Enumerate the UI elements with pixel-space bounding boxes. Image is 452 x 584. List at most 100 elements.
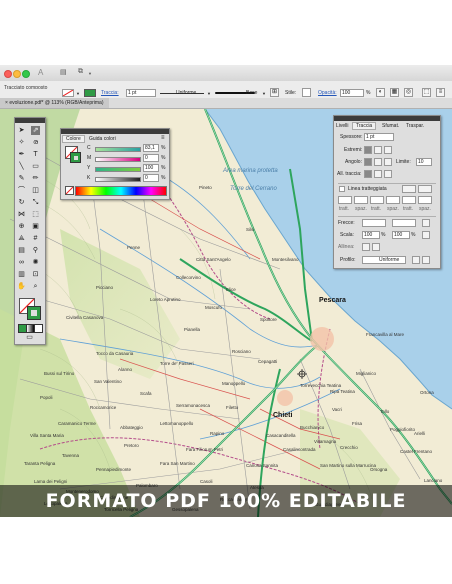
brush-chevron-icon[interactable]: ▼: [262, 91, 266, 96]
eyedropper-tool-icon[interactable]: ⚲: [31, 246, 40, 255]
tab-transparency[interactable]: Traspar.: [406, 123, 424, 129]
magic-wand-tool-icon[interactable]: ✧: [17, 138, 26, 147]
arrow-tip-at-end-button[interactable]: [372, 243, 380, 251]
channel-slider[interactable]: [95, 147, 141, 152]
zoom-window-button[interactable]: [22, 70, 30, 78]
style-swatch[interactable]: [302, 88, 311, 97]
arrow-tip-beyond-button[interactable]: [362, 243, 370, 251]
blob-brush-tool-icon[interactable]: ⌒: [17, 186, 26, 195]
panel-menu-icon[interactable]: ≡: [436, 88, 445, 97]
shape-builder-tool-icon[interactable]: ⊕: [17, 222, 26, 231]
dash-input[interactable]: [370, 196, 384, 204]
brush-value[interactable]: Base: [246, 90, 257, 96]
color-spectrum-bar[interactable]: [75, 186, 167, 196]
color-panel-stroke-swatch[interactable]: [70, 152, 81, 163]
dash-input[interactable]: [338, 196, 352, 204]
dashed-line-checkbox[interactable]: [339, 186, 345, 192]
align-inside-button[interactable]: [374, 170, 382, 178]
channel-slider[interactable]: [95, 157, 141, 162]
round-join-button[interactable]: [374, 158, 382, 166]
miter-limit-input[interactable]: 10: [416, 158, 432, 166]
miter-join-button[interactable]: [364, 158, 372, 166]
channel-value-input[interactable]: 100: [143, 164, 159, 172]
channel-value-input[interactable]: 0: [143, 154, 159, 162]
column-graph-tool-icon[interactable]: ▥: [17, 270, 26, 279]
selection-tool-icon[interactable]: ➤: [17, 126, 26, 135]
paintbrush-tool-icon[interactable]: ✎: [17, 174, 26, 183]
pencil-tool-icon[interactable]: ✏: [31, 174, 40, 183]
align-center-button[interactable]: [364, 170, 372, 178]
stroke-weight-field[interactable]: 1 pt: [126, 89, 156, 97]
tab-color[interactable]: Colore: [62, 135, 85, 143]
perspective-tool-icon[interactable]: ⟁: [17, 234, 26, 243]
screen-mode-icon[interactable]: ▭: [25, 333, 34, 342]
graphic-style-icon[interactable]: ⊞: [270, 88, 279, 97]
width-profile-select[interactable]: Uniforme: [362, 256, 406, 264]
dash-input[interactable]: [386, 196, 400, 204]
swap-arrowheads-button[interactable]: [422, 219, 430, 227]
tab-layers[interactable]: Livelli: [336, 123, 349, 129]
projecting-cap-button[interactable]: [384, 146, 392, 154]
zoom-tool-icon[interactable]: ⌕: [31, 282, 40, 291]
none-mode-button[interactable]: [34, 324, 43, 333]
minimize-window-button[interactable]: [13, 70, 21, 78]
rotate-tool-icon[interactable]: ↻: [17, 198, 26, 207]
hand-tool-icon[interactable]: ✋: [17, 282, 26, 291]
tab-color-guide[interactable]: Guida colori: [89, 136, 116, 142]
dash-input[interactable]: [354, 196, 368, 204]
fill-dropdown-chevron-icon[interactable]: ▼: [76, 91, 80, 96]
document-tab[interactable]: × evoluzione.pdf* @ 113% (RGB/Anteprima): [0, 98, 109, 108]
stroke-weight-input[interactable]: 1 pt: [364, 133, 394, 141]
bevel-join-button[interactable]: [384, 158, 392, 166]
tab-stroke[interactable]: Traccia: [352, 122, 377, 130]
width-tool-icon[interactable]: ⋈: [17, 210, 26, 219]
channel-value-input[interactable]: 83,1: [143, 144, 159, 152]
recolor-artwork-icon[interactable]: ◐: [376, 88, 385, 97]
profile-value[interactable]: Uniforme: [176, 90, 196, 96]
opacity-field[interactable]: 100: [340, 89, 364, 97]
lasso-tool-icon[interactable]: ര: [31, 138, 40, 147]
fill-swatch[interactable]: [62, 89, 74, 97]
start-scale-input[interactable]: 100: [362, 231, 380, 239]
live-paint-tool-icon[interactable]: ▣: [31, 222, 40, 231]
arrange-documents-icon[interactable]: ⧉: [78, 68, 83, 76]
align-outside-button[interactable]: [384, 170, 392, 178]
tab-gradient[interactable]: Sfumat.: [382, 123, 399, 129]
opacity-label-link[interactable]: Opacità:: [318, 90, 337, 96]
close-tab-icon[interactable]: ×: [5, 100, 8, 106]
blend-tool-icon[interactable]: ∞: [17, 258, 26, 267]
symbol-sprayer-tool-icon[interactable]: ✺: [31, 258, 40, 267]
chevron-down-icon[interactable]: ▼: [88, 71, 92, 76]
close-window-button[interactable]: [4, 70, 12, 78]
gradient-tool-icon[interactable]: ▤: [17, 246, 26, 255]
bridge-icon[interactable]: ▤: [60, 68, 67, 76]
flip-along-button[interactable]: [412, 256, 420, 264]
dash-align-corners-button[interactable]: [418, 185, 432, 193]
start-arrowhead-select[interactable]: [362, 219, 386, 227]
round-cap-button[interactable]: [374, 146, 382, 154]
isolate-icon[interactable]: ⬚: [422, 88, 431, 97]
stroke-color-swatch[interactable]: [27, 306, 41, 320]
color-panel-header[interactable]: [61, 129, 169, 134]
transform-icon[interactable]: ◎: [404, 88, 413, 97]
tools-panel-header[interactable]: [15, 118, 45, 123]
dash-exact-button[interactable]: [402, 185, 416, 193]
none-color-button[interactable]: [65, 186, 74, 195]
line-tool-icon[interactable]: ╲: [17, 162, 26, 171]
stroke-swatch[interactable]: [84, 89, 96, 97]
align-icon[interactable]: ▦: [390, 88, 399, 97]
profile-chevron-icon[interactable]: ▼: [207, 91, 211, 96]
dash-input[interactable]: [402, 196, 416, 204]
artboard-tool-icon[interactable]: ⊡: [31, 270, 40, 279]
mesh-tool-icon[interactable]: #: [31, 234, 40, 243]
end-scale-input[interactable]: 100: [392, 231, 410, 239]
stroke-panel-header[interactable]: [334, 116, 440, 121]
pen-tool-icon[interactable]: ✒: [17, 150, 26, 159]
scale-tool-icon[interactable]: ⤡: [31, 198, 40, 207]
direct-selection-tool-icon[interactable]: ⇗: [31, 126, 40, 135]
stroke-label-link[interactable]: Traccia:: [101, 90, 119, 96]
panel-menu-icon[interactable]: ≡: [161, 135, 165, 141]
flip-across-button[interactable]: [422, 256, 430, 264]
channel-slider[interactable]: [95, 177, 141, 182]
free-transform-tool-icon[interactable]: ⬚: [31, 210, 40, 219]
